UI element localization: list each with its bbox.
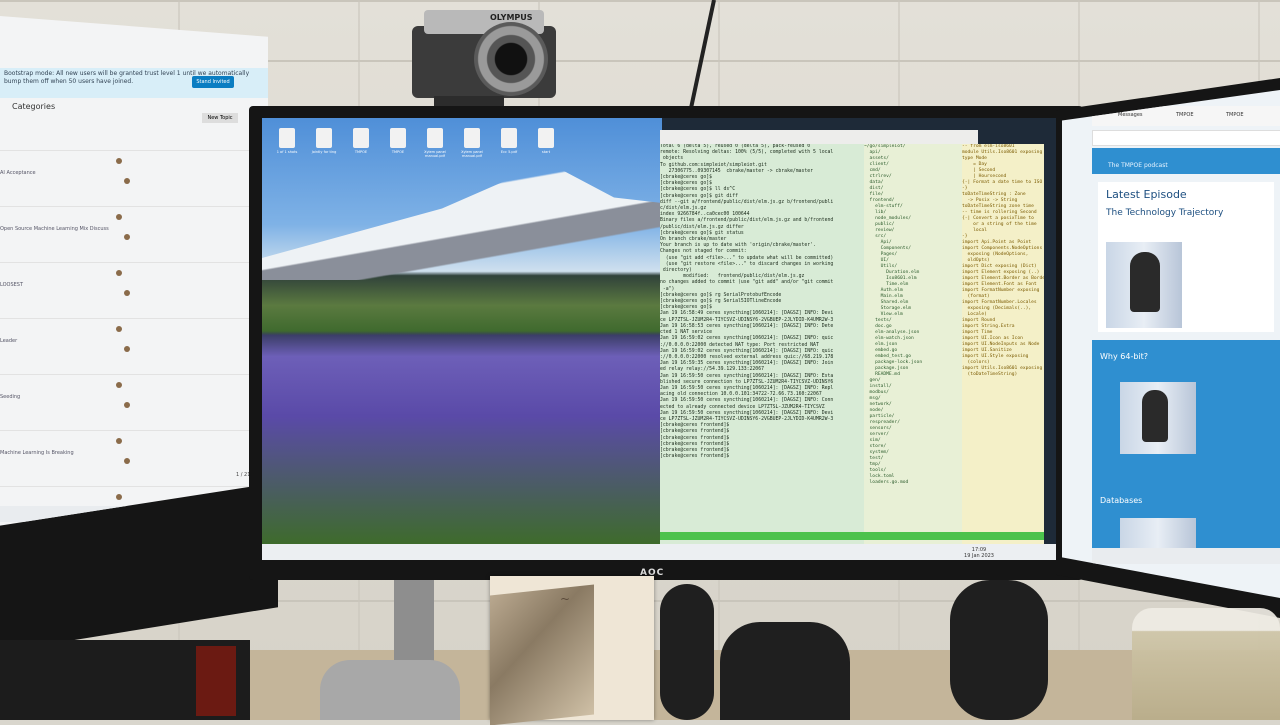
avatar[interactable] (116, 270, 122, 276)
forum-row-divider (0, 486, 250, 487)
camera-brand: OLYMPUS (490, 13, 533, 22)
center-taskbar (262, 544, 1058, 560)
desktop-icon-label: Xylem panel manual.pdf (461, 150, 483, 158)
microphone-icon (1130, 252, 1160, 312)
glass-jar (1132, 608, 1280, 720)
desktop-icon-label: Jointly for ting (311, 150, 337, 154)
invite-button[interactable]: Stand Invited (192, 76, 234, 88)
file-icon[interactable] (501, 128, 517, 148)
greeting-card-front (490, 584, 594, 725)
episode-title[interactable]: The Technology Trajectory (1106, 208, 1223, 218)
center-monitor-screen: 1 of 1 shots Jointly for ting TMPOE TMPOE Xy… (262, 118, 1058, 560)
red-device (196, 646, 236, 716)
avatar[interactable] (124, 402, 130, 408)
avatar[interactable] (116, 382, 122, 388)
editor-statusbar (660, 532, 1044, 540)
latest-episode-heading: Latest Episode (1106, 188, 1187, 201)
card-signature: ~ (560, 592, 571, 606)
file-icon[interactable] (390, 128, 406, 148)
editor-line: (toDateTimeString) (962, 372, 1018, 377)
tab-tmpoe-1[interactable]: TMPOE (1176, 112, 1193, 118)
clock-date: 19 Jan 2023 (964, 553, 994, 559)
file-icon[interactable] (427, 128, 443, 148)
new-topic-button[interactable]: New Topic (202, 113, 238, 123)
editor-line: {-| Format a date time to ISO (962, 180, 1043, 185)
site-title[interactable]: The TMPOE podcast (1108, 162, 1168, 169)
site-header (1092, 148, 1280, 174)
forum-category-item[interactable]: Leader (0, 338, 17, 344)
avatar[interactable] (116, 438, 122, 444)
camera-lens (474, 22, 548, 96)
forum-row-divider (0, 374, 250, 375)
file-tree-line: loaders.go.mod (864, 480, 909, 485)
desktop-icon-label: Ecc 5.pdf (500, 150, 518, 154)
forum-row-divider (0, 262, 250, 263)
file-icon[interactable] (279, 128, 295, 148)
forum-category-item[interactable]: LOOSEST (0, 282, 23, 288)
avatar[interactable] (124, 290, 130, 296)
desktop-wallpaper (262, 118, 662, 544)
desktop-icon-label: TMPOE (391, 150, 405, 154)
tab-tmpoe-2[interactable]: TMPOE (1226, 112, 1243, 118)
file-tree-pane[interactable]: ~/go/simpleiot/ api/ assets/ client/ cmd… (864, 144, 962, 544)
desktop-icon-label: Xylem panel manual.pdf (424, 150, 446, 158)
terminal-pane[interactable]: Total 6 (delta 5), reused 0 (delta 5), p… (660, 144, 864, 544)
stand-base (320, 660, 460, 720)
avatar[interactable] (124, 346, 130, 352)
avatar[interactable] (124, 458, 130, 464)
right-taskbar (1092, 548, 1280, 564)
forum-row-divider (0, 206, 250, 207)
avatar[interactable] (116, 326, 122, 332)
desktop-icon-label: 1 of 1 shots (276, 150, 298, 154)
forum-row-divider (0, 318, 250, 319)
taskbar-clock[interactable]: 17:09 19 Jan 2023 (964, 547, 994, 559)
file-icon[interactable] (538, 128, 554, 148)
headphones (720, 622, 850, 720)
forum-row-divider (0, 150, 250, 151)
why-64bit-heading[interactable]: Why 64-bit? (1100, 352, 1148, 361)
databases-heading[interactable]: Databases (1100, 496, 1142, 505)
forum-category-item[interactable]: Open Source Machine Learning Mix Discuss (0, 226, 109, 232)
terminal-line: [cbrake@ceres frontend]$ (660, 454, 730, 460)
desktop-icon-label: start (541, 150, 551, 154)
forum-row-divider (0, 430, 250, 431)
left-monitor-screen: Bootstrap mode: All new users will be gr… (0, 16, 268, 526)
forum-category-item[interactable]: Seeding (0, 394, 20, 400)
desktop-icon-label: TMPOE (354, 150, 368, 154)
terminal-menubar (660, 130, 978, 144)
avatar[interactable] (116, 158, 122, 164)
file-icon[interactable] (353, 128, 369, 148)
avatar[interactable] (116, 214, 122, 220)
code-editor-pane[interactable]: -- from elm-iso8601 module Utils.Iso8601 … (962, 144, 1044, 544)
tab-messages[interactable]: Messages (1118, 112, 1143, 118)
speaker-right (950, 580, 1048, 720)
avatar[interactable] (124, 234, 130, 240)
categories-heading: Categories (12, 102, 56, 111)
avatar[interactable] (124, 178, 130, 184)
webcam: OLYMPUS (404, 2, 556, 98)
address-bar[interactable] (1092, 130, 1280, 146)
right-monitor-screen: Messages TMPOE TMPOE The TMPOE podcast L… (1062, 90, 1280, 598)
file-icon[interactable] (464, 128, 480, 148)
forum-category-item[interactable]: Machine Learning Is Breaking (0, 450, 74, 456)
forum-category-item[interactable]: AI Acceptance (0, 170, 36, 176)
file-icon[interactable] (316, 128, 332, 148)
avatar[interactable] (116, 494, 122, 500)
microphone-icon-2 (1142, 390, 1168, 442)
speaker-left (660, 584, 714, 720)
